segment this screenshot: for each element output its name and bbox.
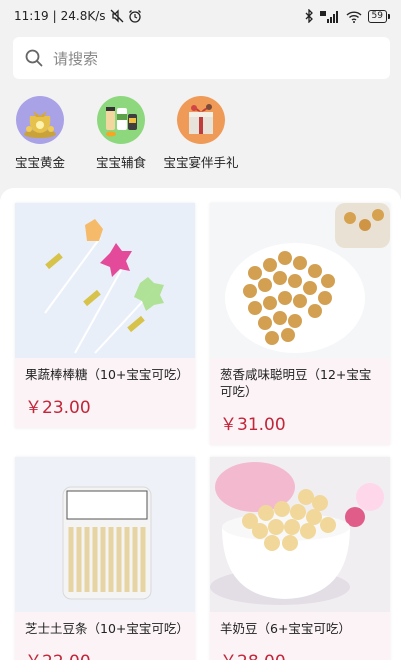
category-baby-gold[interactable]: 宝宝黄金 bbox=[0, 96, 85, 171]
baby-food-icon bbox=[97, 96, 145, 144]
product-price: ￥22.00 bbox=[25, 647, 185, 660]
product-panel: 果蔬棒棒糖（10+宝宝可吃） ￥23.00 葱香咸味聪明豆（12+宝宝可吃） ￥… bbox=[0, 188, 401, 660]
bluetooth-icon bbox=[304, 9, 314, 23]
status-time: 11:19 bbox=[14, 9, 49, 23]
product-title: 葱香咸味聪明豆（12+宝宝可吃） bbox=[220, 367, 372, 399]
product-info: 果蔬棒棒糖（10+宝宝可吃） ￥23.00 bbox=[15, 358, 195, 428]
product-price: ￥28.00 bbox=[220, 647, 380, 660]
wifi-icon bbox=[346, 10, 362, 23]
category-row: 宝宝黄金 宝宝辅食 宝宝宴伴手礼 bbox=[0, 96, 401, 178]
search-input[interactable]: 请搜索 bbox=[53, 48, 98, 69]
product-card[interactable]: 羊奶豆（6+宝宝可吃） ￥28.00 bbox=[210, 457, 390, 660]
category-label: 宝宝辅食 bbox=[95, 155, 146, 170]
hd-signal-icon bbox=[319, 10, 340, 23]
product-card[interactable]: 芝士土豆条（10+宝宝可吃） ￥22.00 bbox=[15, 457, 195, 660]
product-image bbox=[15, 457, 195, 612]
gift-box-icon bbox=[177, 96, 225, 144]
gold-bag-icon bbox=[16, 96, 64, 144]
category-label: 宝宝宴伴手礼 bbox=[163, 155, 239, 170]
search-bar[interactable]: 请搜索 bbox=[13, 37, 390, 79]
status-bar: 11:19 | 24.8K/s 59 bbox=[0, 0, 401, 32]
battery-icon: 59 bbox=[367, 9, 391, 23]
product-card[interactable]: 果蔬棒棒糖（10+宝宝可吃） ￥23.00 bbox=[15, 203, 195, 428]
category-baby-food[interactable]: 宝宝辅食 bbox=[76, 96, 166, 171]
product-info: 葱香咸味聪明豆（12+宝宝可吃） ￥31.00 bbox=[210, 358, 390, 445]
product-image bbox=[15, 203, 195, 358]
product-image bbox=[210, 203, 390, 358]
product-title: 羊奶豆（6+宝宝可吃） bbox=[220, 621, 351, 636]
product-price: ￥31.00 bbox=[220, 415, 286, 435]
product-title: 果蔬棒棒糖（10+宝宝可吃） bbox=[25, 367, 189, 382]
product-image bbox=[210, 457, 390, 612]
product-price: ￥23.00 bbox=[25, 398, 91, 418]
alarm-icon bbox=[128, 9, 142, 23]
product-info: 芝士土豆条（10+宝宝可吃） ￥22.00 bbox=[15, 612, 195, 660]
product-card[interactable]: 葱香咸味聪明豆（12+宝宝可吃） ￥31.00 bbox=[210, 203, 390, 445]
product-info: 羊奶豆（6+宝宝可吃） ￥28.00 bbox=[210, 612, 390, 660]
category-label: 宝宝黄金 bbox=[14, 155, 65, 170]
category-baby-party-gift[interactable]: 宝宝宴伴手礼 bbox=[156, 96, 246, 171]
search-icon bbox=[25, 49, 43, 67]
product-title: 芝士土豆条（10+宝宝可吃） bbox=[25, 621, 189, 636]
status-separator: | bbox=[52, 9, 57, 23]
network-speed: 24.8K/s bbox=[60, 9, 106, 23]
mute-icon bbox=[110, 9, 124, 23]
